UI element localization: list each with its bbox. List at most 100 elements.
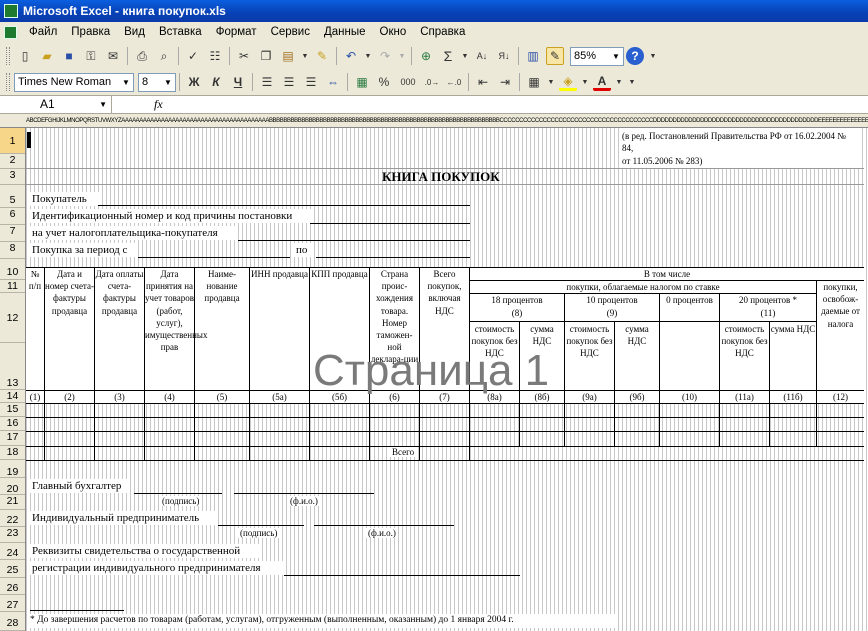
undo-icon[interactable]: ↶ [342,47,360,65]
row-header[interactable]: 28 [0,612,25,631]
thousands-button[interactable]: 000 [397,73,419,91]
toolbar-options-chevron-icon[interactable]: ▼ [648,47,658,65]
email-icon[interactable]: ✉ [104,47,122,65]
new-icon[interactable]: ▯ [16,47,34,65]
fx-icon[interactable]: fx [154,97,163,112]
row-header[interactable]: 14 [0,390,25,403]
row-header[interactable]: 1 [0,128,25,154]
row-header[interactable]: 18 [0,446,25,460]
italic-button[interactable]: К [207,73,225,91]
row-header[interactable]: 2 [0,154,25,169]
spelling-icon[interactable]: ✓ [184,47,202,65]
row-header[interactable]: 24 [0,543,25,560]
open-icon[interactable]: ▰ [38,47,56,65]
font-size-select[interactable]: 8 ▼ [138,72,176,92]
hyperlink-icon[interactable]: ⊕ [417,47,435,65]
copy-icon[interactable]: ❐ [257,47,275,65]
research-icon[interactable]: ☷ [206,47,224,65]
toolbar-grip[interactable] [6,47,10,65]
fill-color-chevron-down-icon[interactable]: ▼ [581,73,589,91]
menu-view[interactable]: Вид [117,23,152,42]
decrease-indent-icon[interactable]: ⇤ [474,73,492,91]
row-header[interactable]: 22 [0,510,25,527]
row-header[interactable]: 7 [0,225,25,242]
increase-indent-icon[interactable]: ⇥ [496,73,514,91]
row-header[interactable]: 5 [0,185,25,208]
row-header[interactable]: 27 [0,595,25,612]
column-headers[interactable]: ABCDEFGHIJKLMNOPQRSTUVWXYZAAAAAAAAAAAAAA… [0,114,868,128]
workbook-icon[interactable] [4,26,17,39]
font-name-chevron-down-icon[interactable]: ▼ [119,74,133,91]
toolbar-grip[interactable] [6,73,10,91]
period-to-underline [316,257,470,258]
row-header[interactable]: 17 [0,431,25,446]
paste-icon[interactable]: ▤ [279,47,297,65]
help-icon[interactable]: ? [626,47,644,65]
menu-file[interactable]: Файл [22,23,64,42]
row-header[interactable]: 3 [0,169,25,185]
drawing-icon[interactable]: ✎ [546,47,564,65]
merge-center-icon[interactable]: ⇔ [324,73,342,91]
font-size-chevron-down-icon[interactable]: ▼ [161,74,175,91]
sort-descending-icon[interactable]: Я↓ [495,47,513,65]
menu-edit[interactable]: Правка [64,23,117,42]
row-header[interactable]: 13 [0,343,25,390]
print-icon[interactable]: ⎙ [133,47,151,65]
font-color-chevron-down-icon[interactable]: ▼ [615,73,623,91]
menu-tools[interactable]: Сервис [264,23,317,42]
row-header[interactable]: 6 [0,208,25,225]
zoom-select[interactable]: 85% ▼ [570,46,624,66]
row-header[interactable]: 12 [0,293,25,343]
chart-wizard-icon[interactable]: ▥ [524,47,542,65]
row-header[interactable]: 23 [0,527,25,543]
zoom-chevron-down-icon[interactable]: ▼ [609,48,623,65]
menu-window[interactable]: Окно [373,23,414,42]
row-header[interactable]: 10 [0,259,25,280]
row-header[interactable]: 19 [0,460,25,478]
format-painter-icon[interactable]: ✎ [313,47,331,65]
cut-icon[interactable]: ✂ [235,47,253,65]
decrease-decimal-icon[interactable]: ←.0 [445,73,463,91]
paste-options-chevron-down-icon[interactable]: ▼ [301,47,309,65]
redo-icon[interactable]: ↷ [376,47,394,65]
undo-chevron-down-icon[interactable]: ▼ [364,47,372,65]
title-bar: Microsoft Excel - книга покупок.xls [0,0,868,22]
row-header[interactable]: 21 [0,495,25,510]
align-center-icon[interactable]: ☰ [280,73,298,91]
menu-insert[interactable]: Вставка [152,23,209,42]
borders-icon[interactable]: ▦ [525,73,543,91]
fill-color-icon[interactable]: ◈ [559,73,577,91]
menu-help[interactable]: Справка [413,23,472,42]
row-header[interactable]: 11 [0,280,25,293]
increase-decimal-icon[interactable]: .0→ [423,73,441,91]
currency-icon[interactable]: ▦ [353,73,371,91]
autosum-icon[interactable]: Σ [439,47,457,65]
align-left-icon[interactable]: ☰ [258,73,276,91]
sort-ascending-icon[interactable]: A↓ [473,47,491,65]
worksheet-grid[interactable]: (в ред. Постановлений Правительства РФ о… [26,128,868,631]
print-preview-icon[interactable]: ⌕ [155,47,173,65]
formula-input[interactable] [163,96,868,113]
name-box-chevron-down-icon[interactable]: ▼ [99,96,107,113]
menu-format[interactable]: Формат [209,23,264,42]
row-header[interactable]: 26 [0,578,25,595]
underline-button[interactable]: Ч [229,73,247,91]
redo-chevron-down-icon[interactable]: ▼ [398,47,406,65]
row-header[interactable]: 20 [0,478,25,495]
font-name-select[interactable]: Times New Roman ▼ [14,72,134,92]
save-icon[interactable]: ■ [60,47,78,65]
bold-button[interactable]: Ж [185,73,203,91]
autosum-chevron-down-icon[interactable]: ▼ [461,47,469,65]
borders-chevron-down-icon[interactable]: ▼ [547,73,555,91]
percent-button[interactable]: % [375,73,393,91]
font-color-icon[interactable]: A [593,73,611,91]
toolbar-options-chevron-icon[interactable]: ▼ [627,73,637,91]
name-box[interactable]: A1 ▼ [0,96,112,113]
row-header[interactable]: 8 [0,242,25,259]
menu-data[interactable]: Данные [317,23,373,42]
row-header[interactable]: 16 [0,417,25,431]
row-header[interactable]: 25 [0,560,25,578]
row-header[interactable]: 15 [0,403,25,417]
align-right-icon[interactable]: ☰ [302,73,320,91]
permission-icon[interactable]: ⚿ [82,47,100,65]
